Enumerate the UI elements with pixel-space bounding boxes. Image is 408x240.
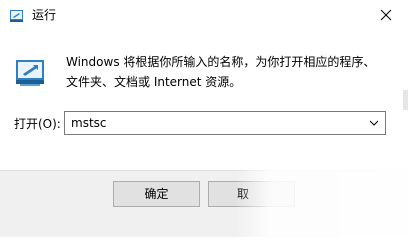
description-line-2: 文件夹、文档或 Internet 资源。 — [66, 75, 242, 89]
run-dialog-window: 运行 Windows 将根据你所输入的名称，为你打开相应的程序、 文件夹、文档或… — [0, 0, 408, 237]
window-title: 运行 — [32, 8, 57, 22]
dialog-description: Windows 将根据你所输入的名称，为你打开相应的程序、 文件夹、文档或 In… — [66, 52, 386, 92]
open-label: 打开(O): — [14, 117, 61, 131]
description-line-1: Windows 将根据你所输入的名称，为你打开相应的程序、 — [66, 55, 376, 69]
open-input[interactable] — [65, 112, 361, 134]
close-icon[interactable] — [372, 2, 400, 28]
run-app-icon — [10, 10, 23, 22]
background-window-edge — [403, 90, 408, 110]
title-bar: 运行 — [0, 0, 408, 32]
ok-button[interactable]: 确定 — [113, 181, 200, 207]
cancel-button[interactable]: 取 — [208, 181, 295, 207]
run-dialog-icon — [16, 60, 44, 86]
dialog-content: Windows 将根据你所输入的名称，为你打开相应的程序、 文件夹、文档或 In… — [0, 32, 408, 170]
open-combobox[interactable] — [64, 111, 386, 135]
chevron-down-icon[interactable] — [363, 112, 385, 134]
dialog-footer: 确定 取 — [0, 170, 408, 237]
